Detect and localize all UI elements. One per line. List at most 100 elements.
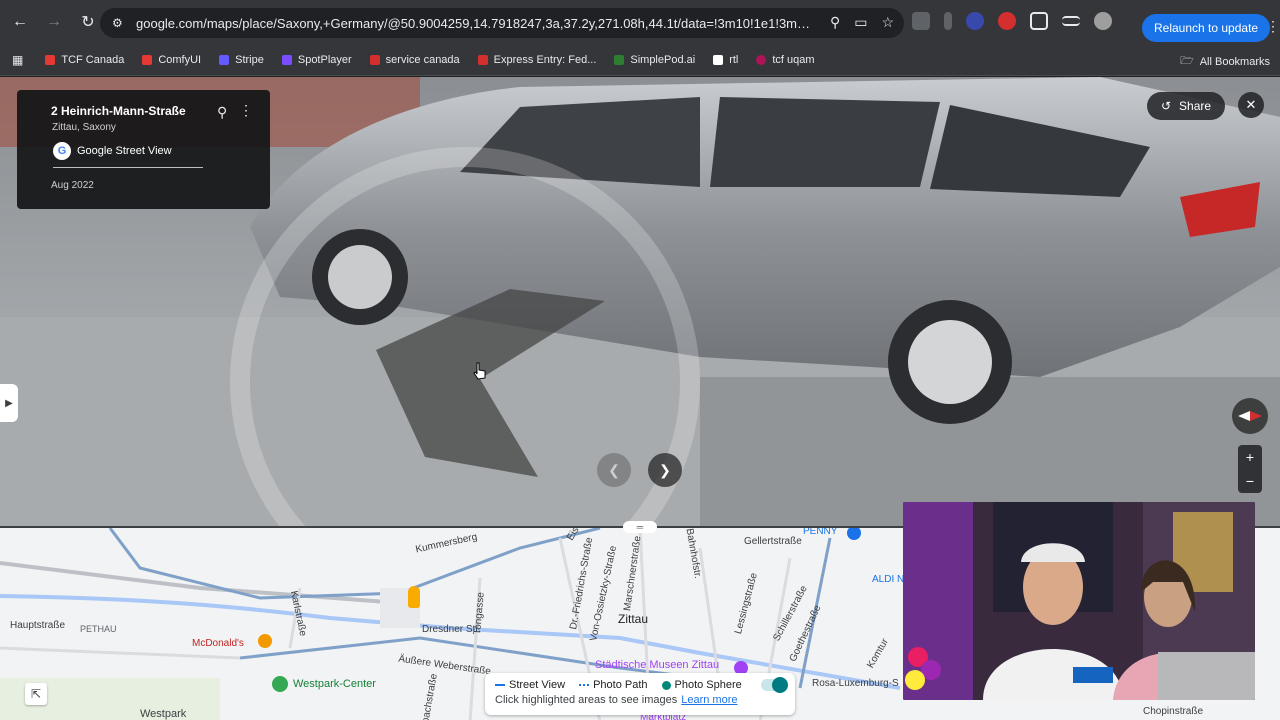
zoom-controls: + − bbox=[1238, 445, 1262, 493]
webcam-image bbox=[903, 502, 1255, 700]
folder-icon: 🗁 bbox=[1180, 55, 1194, 67]
stripe-icon bbox=[219, 54, 230, 65]
map-label: PETHAU bbox=[80, 624, 117, 634]
street-view-info-card: 2 Heinrich-Mann-Straße Zittau, Saxony ⚲ … bbox=[17, 90, 270, 209]
browser-toolbar: ← → ↻ ⚙ google.com/maps/place/Saxony,+Ge… bbox=[0, 0, 1280, 44]
bookmark-service-canada[interactable]: service canada bbox=[369, 54, 460, 66]
address-title[interactable]: 2 Heinrich-Mann-Straße bbox=[51, 104, 186, 118]
profile-avatar[interactable] bbox=[1094, 12, 1112, 30]
street-view-line-icon bbox=[495, 684, 505, 687]
bookmark-tcf-uqam[interactable]: tcf uqam bbox=[756, 54, 815, 66]
mic-icon[interactable] bbox=[944, 12, 952, 30]
apps-grid-icon[interactable]: ▦ bbox=[12, 53, 23, 67]
more-options-icon[interactable]: ⋮ bbox=[239, 102, 253, 119]
map-label: ALDI N bbox=[872, 574, 905, 585]
chrome-menu-icon[interactable]: ⋮ bbox=[1266, 18, 1280, 35]
shopping-icon[interactable] bbox=[272, 676, 288, 692]
share-label: Share bbox=[1179, 99, 1212, 113]
map-label: Westpark bbox=[140, 708, 187, 720]
zoom-out-icon[interactable]: − bbox=[1238, 469, 1262, 493]
bookmark-express-entry[interactable]: Express Entry: Fed... bbox=[477, 53, 597, 66]
bookmark-rtl[interactable]: rtl bbox=[713, 54, 738, 66]
extensions-area bbox=[912, 12, 1112, 30]
relaunch-button[interactable]: Relaunch to update bbox=[1142, 14, 1271, 42]
all-bookmarks-label: All Bookmarks bbox=[1199, 55, 1270, 68]
learn-more-link[interactable]: Learn more bbox=[681, 694, 737, 706]
map-label: Hauptstraße bbox=[10, 620, 66, 631]
site-settings-icon[interactable]: ⚙ bbox=[112, 16, 128, 30]
forward-icon[interactable]: → bbox=[40, 8, 68, 36]
all-bookmarks[interactable]: 🗁 All Bookmarks bbox=[1180, 52, 1270, 71]
bookmark-label: SimplePod.ai bbox=[630, 53, 696, 66]
bookmark-simplepod[interactable]: SimplePod.ai bbox=[614, 54, 695, 66]
screen: ← → ↻ ⚙ google.com/maps/place/Saxony,+Ge… bbox=[0, 0, 1280, 720]
expand-panel-icon[interactable]: ▶ bbox=[0, 384, 18, 422]
bookmark-tcf-canada[interactable]: TCF Canada bbox=[45, 54, 124, 66]
map-label: Chopinstraße bbox=[1143, 706, 1204, 717]
back-icon[interactable]: ← bbox=[6, 8, 34, 36]
address-city: Zittau, Saxony bbox=[52, 122, 116, 133]
share-icon: ↺ bbox=[1160, 99, 1172, 113]
map-label: Westpark-Center bbox=[293, 678, 376, 690]
share-button[interactable]: ↺ Share bbox=[1147, 92, 1225, 120]
reload-icon[interactable]: ↻ bbox=[74, 8, 102, 36]
close-icon[interactable]: ✕ bbox=[1238, 92, 1264, 118]
photo-path-line-icon bbox=[579, 684, 590, 687]
next-image-button[interactable]: ❯ bbox=[648, 453, 682, 487]
bookmark-label: ComfyUI bbox=[158, 53, 202, 66]
maple-leaf-icon bbox=[477, 54, 488, 65]
provider: G Google Street View bbox=[53, 142, 172, 160]
map-label: McDonald's bbox=[192, 638, 244, 649]
youtube-icon bbox=[142, 54, 153, 65]
divider bbox=[53, 167, 203, 168]
bookmark-stripe[interactable]: Stripe bbox=[219, 54, 264, 66]
shop-icon[interactable] bbox=[847, 528, 861, 540]
star-icon[interactable]: ☆ bbox=[881, 14, 894, 31]
provider-label: Google Street View bbox=[77, 145, 172, 157]
map-label: PENNY bbox=[803, 526, 838, 537]
map-label: Gellertstraße bbox=[744, 536, 802, 547]
legend-street-view: Street View bbox=[495, 679, 565, 691]
map-label: Städtische Museen Zittau bbox=[595, 659, 720, 671]
uqam-icon bbox=[756, 54, 767, 65]
shield-extension-icon[interactable] bbox=[966, 12, 984, 30]
webcam-overlay bbox=[903, 502, 1255, 700]
bookmark-favicon bbox=[45, 54, 56, 65]
fullscreen-icon[interactable]: ⇱ bbox=[25, 683, 47, 705]
bookmark-comfyui[interactable]: ComfyUI bbox=[142, 54, 201, 66]
map-resize-handle-icon[interactable]: ═ bbox=[623, 521, 657, 533]
legend-photo-path: Photo Path bbox=[579, 679, 648, 691]
pegman-icon[interactable] bbox=[408, 586, 420, 608]
url-text[interactable]: google.com/maps/place/Saxony,+Germany/@5… bbox=[136, 16, 816, 31]
simplepod-icon bbox=[614, 54, 625, 65]
red-extension-icon[interactable] bbox=[998, 12, 1016, 30]
legend-hint-text: Click highlighted areas to see images bbox=[495, 694, 678, 706]
legend-label: Photo Path bbox=[593, 679, 648, 691]
legend-label: Street View bbox=[509, 679, 566, 691]
bookmark-label: Express Entry: Fed... bbox=[493, 53, 597, 66]
bookmark-label: SpotPlayer bbox=[297, 53, 352, 66]
maple-leaf-icon bbox=[369, 54, 380, 65]
install-icon[interactable]: ▭ bbox=[854, 14, 867, 31]
legend-photo-sphere: Photo Sphere bbox=[661, 679, 742, 691]
address-bar[interactable]: ⚙ google.com/maps/place/Saxony,+Germany/… bbox=[100, 8, 904, 38]
capture-date[interactable]: Aug 2022 bbox=[51, 180, 94, 191]
bookmarks-bar: ▦ TCF Canada ComfyUI Stripe SpotPlayer s… bbox=[0, 44, 1280, 76]
map-label: Rosa-Luxemburg-S bbox=[812, 678, 899, 689]
street-view-layer-toggle[interactable] bbox=[761, 677, 788, 693]
map-label: Zittau bbox=[618, 612, 649, 626]
bookmark-label: Stripe bbox=[235, 53, 264, 66]
location-pin-icon[interactable]: ⚲ bbox=[217, 104, 227, 121]
qr-icon[interactable] bbox=[912, 12, 930, 30]
legend-hint: Click highlighted areas to see images Lea… bbox=[495, 694, 737, 706]
bookmark-spotplayer[interactable]: SpotPlayer bbox=[281, 53, 352, 66]
location-icon[interactable]: ⚲ bbox=[830, 14, 840, 31]
compass-icon[interactable] bbox=[1232, 398, 1268, 434]
zoom-in-icon[interactable]: + bbox=[1238, 445, 1262, 469]
restaurant-icon[interactable] bbox=[258, 634, 272, 648]
rtl-icon bbox=[713, 54, 724, 65]
tab-search-icon[interactable] bbox=[1062, 16, 1080, 26]
previous-image-button[interactable]: ❮ bbox=[597, 453, 631, 487]
puzzle-icon[interactable] bbox=[1030, 12, 1048, 30]
photo-sphere-dot-icon bbox=[661, 680, 671, 690]
